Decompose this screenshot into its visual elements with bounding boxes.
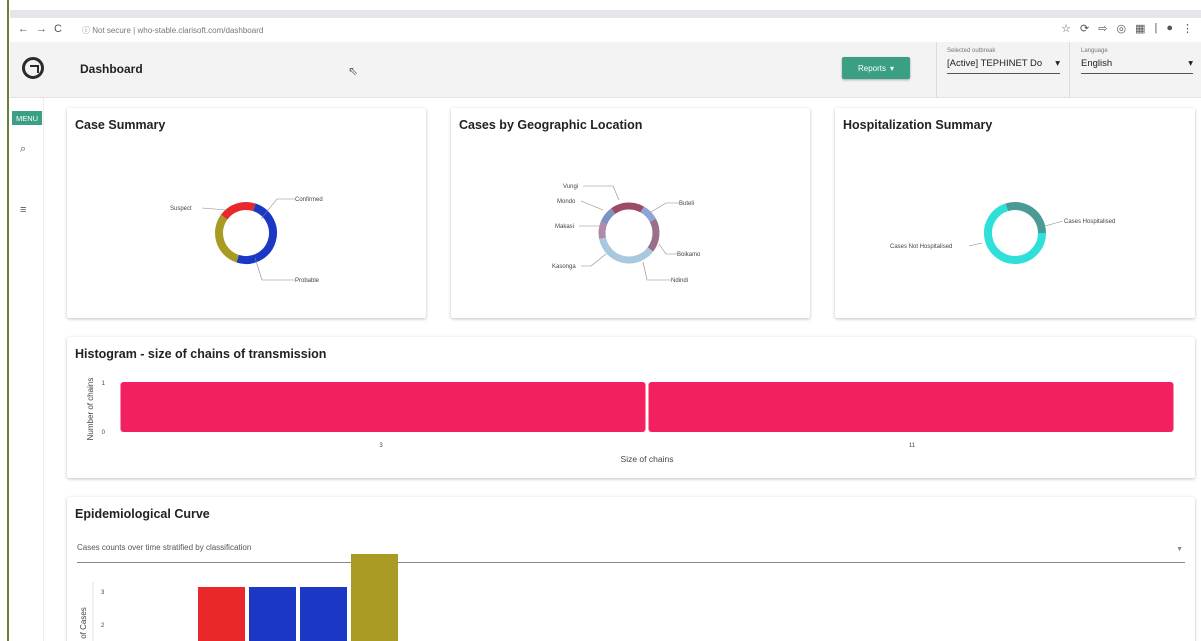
language-select-value[interactable]: English <box>1081 58 1112 69</box>
donut-slice-makasi[interactable] <box>599 237 624 263</box>
mouse-cursor-icon: ⇖ <box>348 64 359 78</box>
donut-slice-cases-hospitalised[interactable] <box>1005 202 1046 234</box>
donut-slice-vungi[interactable] <box>600 208 616 225</box>
histogram-card: Histogram - size of chains of transmissi… <box>67 337 1195 478</box>
forward-icon[interactable]: → <box>36 23 47 35</box>
bookmark-star-icon[interactable]: ☆ <box>1061 22 1071 35</box>
epi-bar[interactable] <box>300 587 347 641</box>
outbreak-select-label: Selected outbreak <box>947 48 996 54</box>
donut-slice-kasonga[interactable] <box>622 247 654 264</box>
chevron-down-icon: ▾ <box>1055 58 1060 69</box>
donut-slice-boikamo[interactable] <box>640 206 656 223</box>
case-summary-card: Case Summary Confirmed Suspect Probable <box>67 108 426 318</box>
x-tick-label: 3 <box>379 443 383 449</box>
sidebar: MENU ⌕ ≡ <box>10 98 44 641</box>
hospitalization-donut: Cases Hospitalised Cases Not Hospitalise… <box>890 202 1115 264</box>
kasonga-label: Kasonga <box>552 264 576 270</box>
language-select-label: Language <box>1081 48 1108 54</box>
epi-bar[interactable] <box>198 587 245 641</box>
chevron-down-icon: ▾ <box>1188 58 1193 69</box>
x-axis-label: Size of chains <box>621 454 674 464</box>
x-tick-label: 11 <box>909 443 916 449</box>
case-summary-donut: Confirmed Suspect Probable <box>170 197 323 284</box>
url-value[interactable]: who-stable.clarisoft.com/dashboard <box>137 26 263 35</box>
browser-toolbar-icons: ☆ ⟳ ⇨ ◎ ▦ | ● ⋮ <box>1061 22 1193 35</box>
histogram-bar[interactable] <box>648 382 1174 432</box>
epi-curve-card: Epidemiological Curve Cases counts over … <box>67 497 1195 641</box>
more-icon[interactable]: ⋮ <box>1182 22 1193 35</box>
divider <box>1069 42 1070 98</box>
not-hospitalised-label: Cases Not Hospitalised <box>890 244 952 250</box>
info-icon[interactable]: ⓘ <box>82 26 90 35</box>
separator: | <box>133 26 136 35</box>
language-select[interactable]: Language English ▾ <box>1081 48 1193 74</box>
url-text[interactable]: ⓘ Not secure | who-stable.clarisoft.com/… <box>82 25 263 36</box>
caret-down-icon: ▾ <box>890 63 895 73</box>
y-axis-label: of Cases <box>79 607 88 639</box>
app-logo-icon[interactable] <box>22 57 44 79</box>
ndindi-label: Ndindi <box>671 278 688 284</box>
boikamo-label: Boikamo <box>677 252 701 258</box>
y-tick-label: 3 <box>101 590 105 596</box>
share-icon[interactable]: ⇨ <box>1098 22 1107 35</box>
outbreak-select-value[interactable]: [Active] TEPHINET Do <box>947 58 1042 69</box>
mondo-label: Mondo <box>557 199 576 205</box>
donut-slice-suspect[interactable] <box>215 214 240 263</box>
filter-icon[interactable]: ≡ <box>20 204 26 216</box>
app-header: Dashboard ⇖ Reports ▾ Selected outbreak … <box>10 42 1201 98</box>
security-label: Not secure <box>92 26 131 35</box>
divider <box>936 42 937 98</box>
histogram-bar[interactable] <box>120 382 646 432</box>
probable-label: Probable <box>295 278 320 284</box>
reports-button[interactable]: Reports ▾ <box>842 57 910 79</box>
window-left-edge <box>0 0 9 641</box>
divider: | <box>1154 22 1158 34</box>
epi-bar[interactable] <box>351 554 398 641</box>
suspect-label: Suspect <box>170 206 192 212</box>
epi-bar[interactable] <box>249 587 296 641</box>
donut-slice-mondo[interactable] <box>598 221 608 240</box>
donut-slice-confirmed[interactable] <box>220 202 256 220</box>
circle-icon[interactable]: ◎ <box>1116 22 1126 35</box>
geo-location-card: Cases by Geographic Location Buteli Boik… <box>451 108 810 318</box>
profile-icon[interactable]: ● <box>1166 22 1173 35</box>
page-title: Dashboard <box>80 62 143 76</box>
donut-slice-probable[interactable] <box>236 203 277 264</box>
makasi-label: Makasi <box>555 224 574 230</box>
back-icon[interactable]: ← <box>18 23 29 35</box>
reload-icon[interactable]: C <box>54 23 62 35</box>
confirmed-label: Confirmed <box>295 197 323 203</box>
search-icon[interactable]: ⌕ <box>20 143 26 156</box>
y-tick-label: 0 <box>102 430 106 436</box>
buteli-label: Buteli <box>679 201 694 207</box>
browser-tab-strip <box>10 10 1201 18</box>
y-tick-label: 2 <box>101 623 105 629</box>
y-tick-label: 1 <box>102 381 106 387</box>
extension-icon[interactable]: ⟳ <box>1080 22 1089 35</box>
hospitalization-card: Hospitalization Summary Cases Hospitalis… <box>835 108 1195 318</box>
reports-label: Reports <box>857 63 886 73</box>
geo-location-donut: Buteli Boikamo Ndindi Kasonga Makasi Mon… <box>552 184 701 284</box>
outbreak-select[interactable]: Selected outbreak [Active] TEPHINET Do ▾ <box>947 48 1060 74</box>
browser-address-bar[interactable]: ← → C ⓘ Not secure | who-stable.clarisof… <box>10 18 1201 42</box>
hospitalised-label: Cases Hospitalised <box>1064 219 1115 225</box>
menu-button[interactable]: MENU <box>12 111 42 125</box>
donut-slice-buteli[interactable] <box>611 202 644 215</box>
vungi-label: Vungi <box>563 184 578 190</box>
grid-icon[interactable]: ▦ <box>1135 22 1145 35</box>
histogram-chart: 3 11 1 0 Number of chains Size of chains <box>86 378 1174 464</box>
y-axis-label: Number of chains <box>86 378 95 441</box>
epi-curve-chart: 3 2 of Cases <box>79 554 398 641</box>
donut-slice-ndindi[interactable] <box>647 218 660 252</box>
